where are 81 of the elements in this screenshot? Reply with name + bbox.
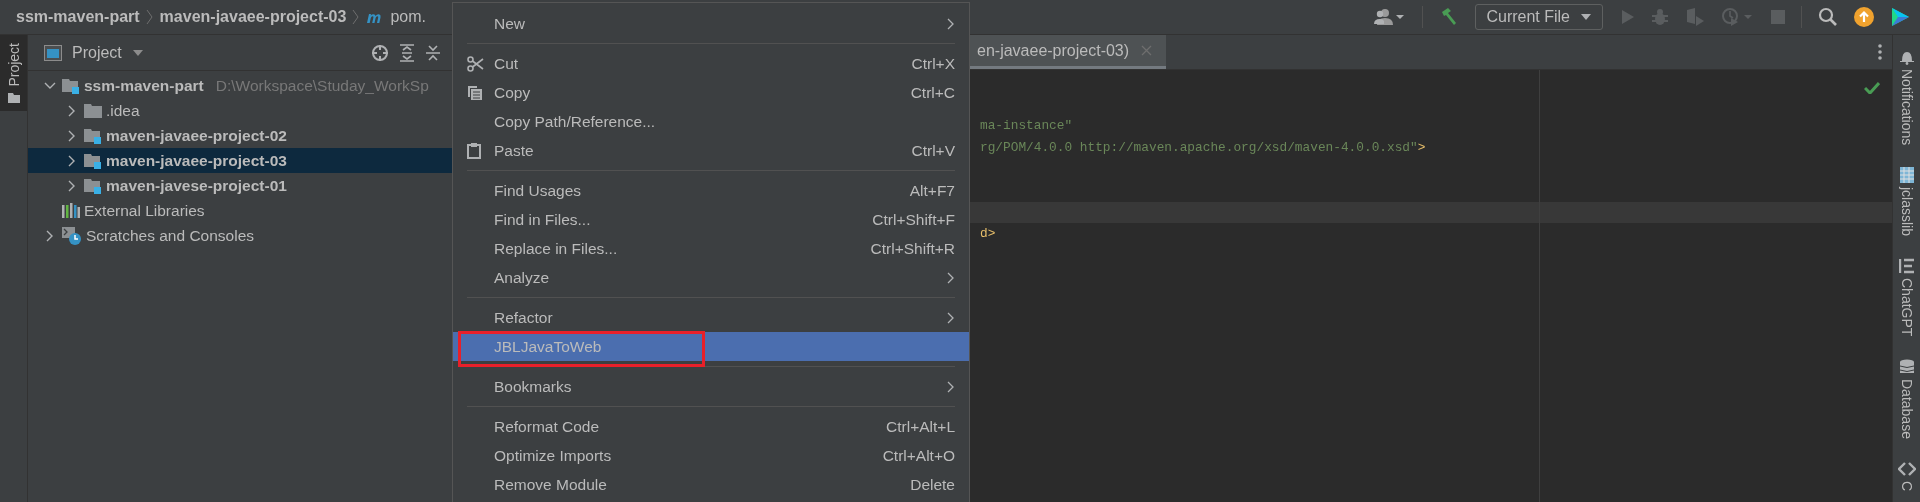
module-folder-icon	[84, 177, 102, 194]
expand-all-icon[interactable]	[399, 43, 415, 62]
tree-row[interactable]: ssm-maven-part D:\Workspace\Studay_WorkSp	[28, 73, 453, 98]
menu-item[interactable]: Optimize Imports Ctrl+Alt+O	[453, 441, 969, 470]
folder-icon	[84, 103, 102, 118]
toolbox-logo-icon[interactable]	[1890, 7, 1910, 27]
module-folder-icon	[84, 127, 102, 144]
menu-item[interactable]: Bookmarks	[453, 372, 969, 401]
shortcut-text: Ctrl+C	[910, 83, 955, 102]
shortcut-text: Ctrl+V	[911, 141, 955, 160]
menu-item[interactable]: Copy Ctrl+C	[453, 78, 969, 107]
copy-icon	[467, 84, 483, 101]
locate-icon[interactable]	[371, 43, 389, 62]
breadcrumb-item[interactable]: maven-javaee-project-03	[159, 8, 347, 26]
search-icon[interactable]	[1818, 7, 1838, 27]
menu-item[interactable]: Remove Module Delete	[453, 470, 969, 499]
tool-window-tab[interactable]: Database	[1898, 358, 1915, 439]
code-line: ma-instance"	[980, 118, 1073, 134]
shortcut-text: Ctrl+Alt+O	[882, 446, 955, 465]
shortcut-text: Ctrl+Shift+R	[870, 239, 955, 258]
tree-label: maven-javaee-project-02	[106, 126, 287, 145]
module-folder-icon	[62, 77, 80, 94]
users-icon[interactable]	[1372, 8, 1407, 26]
menu-item[interactable]: Analyze	[453, 263, 969, 292]
bell-icon	[1898, 49, 1915, 65]
tree-label: maven-javaee-project-03	[106, 151, 287, 170]
update-icon[interactable]	[1854, 7, 1874, 27]
collapse-all-icon[interactable]	[425, 43, 441, 62]
tool-window-tab[interactable]: C	[1897, 460, 1916, 491]
project-icon	[44, 44, 62, 61]
menu-item[interactable]: Copy Path/Reference...	[453, 107, 969, 136]
shortcut-text: Alt+F7	[909, 181, 955, 200]
tree-label: .idea	[106, 101, 140, 120]
tool-window-tab[interactable]: ChatGPT	[1898, 258, 1915, 337]
code-line: rg/POM/4.0.0 http://maven.apache.org/xsd/maven-4.0.0.xsd">	[980, 140, 1426, 156]
scissors-icon	[467, 55, 484, 72]
libraries-icon	[62, 202, 80, 219]
tree-label: External Libraries	[84, 201, 205, 220]
module-folder-icon	[84, 152, 102, 169]
menu-item[interactable]: Paste Ctrl+V	[453, 136, 969, 165]
shortcut-text: Ctrl+Shift+F	[872, 210, 955, 229]
tree-row[interactable]: maven-javaee-project-03	[28, 148, 453, 173]
shortcut-text: Delete	[910, 475, 955, 494]
caret-icon[interactable]	[1580, 13, 1592, 21]
tool-window-tab[interactable]: Project	[0, 35, 27, 111]
tree-label: ssm-maven-part	[84, 76, 204, 95]
breadcrumb-item[interactable]: ssm-maven-part	[16, 8, 140, 26]
tree-label: maven-javese-project-01	[106, 176, 287, 195]
shortcut-text: Ctrl+X	[911, 54, 955, 73]
shortcut-text: Ctrl+Alt+L	[886, 417, 955, 436]
menu-item[interactable]: Refactor	[453, 303, 969, 332]
menu-item[interactable]: New	[453, 9, 969, 38]
database-icon	[1898, 358, 1915, 375]
clipboard-icon	[467, 142, 481, 159]
code-icon	[1897, 460, 1916, 477]
menu-item[interactable]: Find in Files... Ctrl+Shift+F	[453, 205, 969, 234]
tool-window-tab[interactable]: jclasslib	[1898, 167, 1915, 237]
tree-row[interactable]: .idea	[28, 98, 453, 123]
check-icon	[1864, 82, 1880, 94]
menu-item[interactable]: Find Usages Alt+F7	[453, 176, 969, 205]
tree-row[interactable]: External Libraries	[28, 198, 453, 223]
caret-icon[interactable]	[131, 48, 144, 57]
chevron-icon	[352, 9, 361, 25]
chevron-icon	[145, 9, 154, 25]
scratches-icon	[62, 226, 82, 245]
menu-item[interactable]: Reformat Code Ctrl+Alt+L	[453, 412, 969, 441]
run-configuration-dropdown[interactable]: Current File	[1475, 4, 1603, 30]
tree-row[interactable]: maven-javese-project-01	[28, 173, 453, 198]
panel-title[interactable]: Project	[72, 43, 122, 62]
lines-icon	[1898, 258, 1915, 275]
tree-label: Scratches and Consoles	[86, 226, 254, 245]
menu-item[interactable]: Replace in Files... Ctrl+Shift+R	[453, 234, 969, 263]
breadcrumb-item[interactable]: pom.	[390, 8, 426, 26]
code-line: d>	[980, 226, 996, 242]
more-icon[interactable]	[1878, 44, 1882, 60]
path-text: D:\Workspace\Studay_WorkSp	[215, 76, 429, 95]
tool-window-tab[interactable]: Notifications	[1898, 49, 1915, 146]
tree-row[interactable]: Scratches and Consoles	[28, 223, 453, 248]
tree-row[interactable]: maven-javaee-project-02	[28, 123, 453, 148]
grid-icon	[1899, 167, 1914, 184]
folder-icon	[7, 92, 20, 103]
